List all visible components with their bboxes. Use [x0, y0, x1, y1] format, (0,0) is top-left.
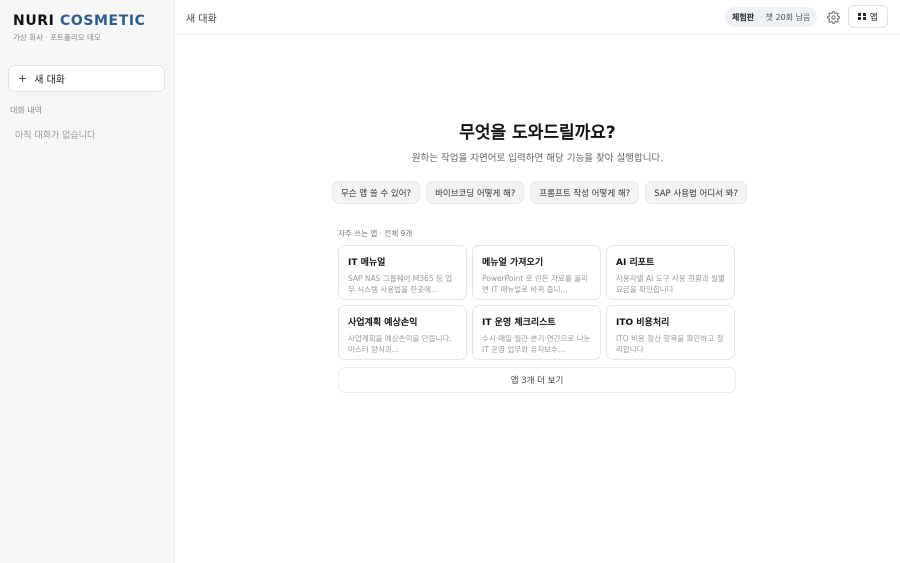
main-subheading: 원하는 작업을 자연어로 입력하면 해당 기능을 찾아 실행합니다.: [411, 153, 664, 164]
top-header: 새 대화 체험판 · 챗 20회 남음 앱: [175, 0, 900, 35]
suggestion-chips: 무슨 앱 쓸 수 있어? 바이브코딩 어떻게 해? 프롬프트 작성 어떻게 해?…: [332, 181, 748, 204]
brand-subtitle: 가상 회사 · 포트폴리오 데모: [13, 33, 101, 42]
app-card[interactable]: 메뉴얼 가져오기 PowerPoint 로 만든 자료를 올리면 IT 메뉴얼로…: [472, 245, 601, 300]
app-card-title: AI 리포트: [616, 258, 655, 268]
trial-label: 체험판: [732, 12, 755, 22]
history-empty-text: 아직 대화가 없습니다: [15, 131, 96, 141]
suggestion-chip[interactable]: 프롬프트 작성 어떻게 해?: [530, 181, 640, 204]
history-section-label: 대화 내역: [10, 106, 42, 115]
suggestion-chip[interactable]: 무슨 앱 쓸 수 있어?: [332, 181, 421, 204]
main-heading: 무엇을 도와드릴까요?: [459, 123, 616, 143]
apps-button[interactable]: 앱: [848, 5, 888, 28]
app-card-description: 수시·매일·월간·분기·연간으로 나눈 IT 운영 업무와 유지보수...: [482, 334, 591, 354]
brand-name-accent: COSMETIC: [59, 13, 146, 29]
app-card[interactable]: 사업계획 예상손익 사업계획을 예상손익을 만듭니다. 마스터 양식과...: [338, 305, 467, 360]
suggestion-chip[interactable]: 바이브코딩 어떻게 해?: [426, 181, 525, 204]
app-card-description: 사업계획을 예상손익을 만듭니다. 마스터 양식과...: [348, 334, 452, 354]
app-card-title: 메뉴얼 가져오기: [482, 258, 544, 268]
app-card-title: IT 운영 체크리스트: [482, 318, 556, 328]
brand-name: NURI: [13, 13, 55, 29]
plus-icon: +: [18, 72, 28, 85]
brand-logo[interactable]: NURI COSMETIC: [13, 13, 146, 29]
app-card-title: 사업계획 예상손익: [348, 318, 418, 328]
trial-separator: ·: [760, 12, 763, 22]
apps-label: 앱: [869, 12, 878, 23]
trial-remaining: 챗 20회 남음: [765, 12, 811, 22]
new-chat-label: 새 대화: [34, 75, 65, 86]
app-card-title: ITO 비용처리: [616, 318, 670, 328]
app-card-description: 사용자별 AI 도구 사용 현황과 월별 요금을 확인합니다: [616, 274, 725, 294]
app-card[interactable]: IT 운영 체크리스트 수시·매일·월간·분기·연간으로 나눈 IT 운영 업무…: [472, 305, 601, 360]
app-card-title: IT 메뉴얼: [348, 258, 386, 268]
settings-button[interactable]: [823, 7, 843, 27]
sidebar: NURI COSMETIC 가상 회사 · 포트폴리오 데모 + 새 대화 대화…: [0, 0, 175, 563]
app-card[interactable]: ITO 비용처리 ITO 비용 정산 항목을 확인하고 정리합니다: [606, 305, 735, 360]
app-card[interactable]: IT 메뉴얼 SAP NAS 그룹웨어 M365 등 업무 시스템 사용법을 한…: [338, 245, 467, 300]
app-card-description: PowerPoint 로 만든 자료를 올리면 IT 메뉴얼로 바뀌 줍니...: [482, 274, 589, 294]
frequent-apps-label: 자주 쓰는 앱 · 전체 9개: [338, 229, 413, 238]
show-more-apps-button[interactable]: 앱 3개 더 보기: [338, 367, 736, 393]
app-card[interactable]: AI 리포트 사용자별 AI 도구 사용 현황과 월별 요금을 확인합니다: [606, 245, 735, 300]
new-chat-button[interactable]: + 새 대화: [8, 65, 165, 92]
page-title: 새 대화: [186, 14, 217, 25]
app-card-description: SAP NAS 그룹웨어 M365 등 업무 시스템 사용법을 한곳에...: [348, 274, 453, 294]
app-card-description: ITO 비용 정산 항목을 확인하고 정리합니다: [616, 334, 724, 354]
grid-icon: [858, 12, 866, 21]
gear-icon: [826, 10, 840, 24]
suggestion-chip[interactable]: SAP 사용법 어디서 봐?: [645, 181, 748, 204]
brand: NURI COSMETIC 가상 회사 · 포트폴리오 데모: [13, 13, 146, 43]
trial-status-badge: 체험판 · 챗 20회 남음: [725, 7, 818, 27]
